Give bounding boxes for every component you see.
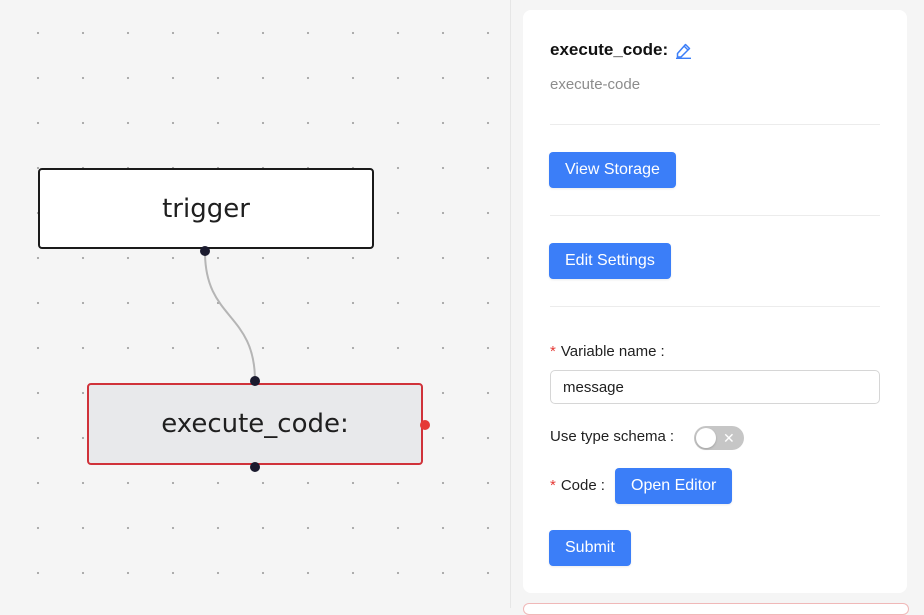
- use-type-schema-label-row: Use type schema:: [550, 428, 674, 445]
- label-colon: :: [600, 477, 605, 494]
- code-label-row: * Code:: [550, 477, 605, 494]
- execute-code-error-handle[interactable]: [420, 420, 430, 430]
- use-type-schema-toggle[interactable]: ✕: [694, 426, 744, 450]
- node-execute-code[interactable]: execute_code:: [87, 383, 423, 465]
- divider: [550, 215, 880, 216]
- divider: [550, 306, 880, 307]
- execute-code-output-handle[interactable]: [250, 462, 260, 472]
- variable-name-label-row: * Variable name:: [550, 343, 665, 360]
- submit-button[interactable]: Submit: [549, 530, 631, 566]
- variable-name-label: Variable name: [560, 343, 657, 360]
- node-trigger[interactable]: trigger: [38, 168, 374, 249]
- edit-icon[interactable]: [675, 42, 692, 59]
- use-type-schema-label: Use type schema: [550, 428, 666, 445]
- label-colon: :: [660, 343, 665, 360]
- variable-name-input[interactable]: [550, 370, 880, 404]
- toggle-knob: [696, 428, 716, 448]
- open-editor-button[interactable]: Open Editor: [615, 468, 733, 504]
- required-mark: *: [550, 343, 556, 360]
- node-trigger-label: trigger: [162, 193, 250, 224]
- next-panel-edge: [523, 603, 909, 615]
- node-execute-code-label: execute_code:: [161, 409, 349, 439]
- close-icon: ✕: [723, 430, 735, 446]
- divider: [550, 124, 880, 125]
- execute-code-input-handle[interactable]: [250, 376, 260, 386]
- edge-trigger-to-execute-code[interactable]: [204, 251, 256, 382]
- label-colon: :: [669, 428, 675, 445]
- edge-layer: [204, 251, 256, 382]
- panel-title: execute_code:: [550, 40, 669, 59]
- panel-title-row: execute_code:: [550, 40, 692, 60]
- node-settings-panel: execute_code: execute-code View Storage …: [523, 10, 907, 593]
- code-label: Code: [560, 477, 597, 494]
- edit-settings-button[interactable]: Edit Settings: [549, 243, 671, 279]
- required-mark: *: [550, 477, 556, 494]
- trigger-output-handle[interactable]: [200, 246, 210, 256]
- panel-subtitle: execute-code: [550, 76, 641, 93]
- panel-divider: [510, 0, 511, 608]
- view-storage-button[interactable]: View Storage: [549, 152, 676, 188]
